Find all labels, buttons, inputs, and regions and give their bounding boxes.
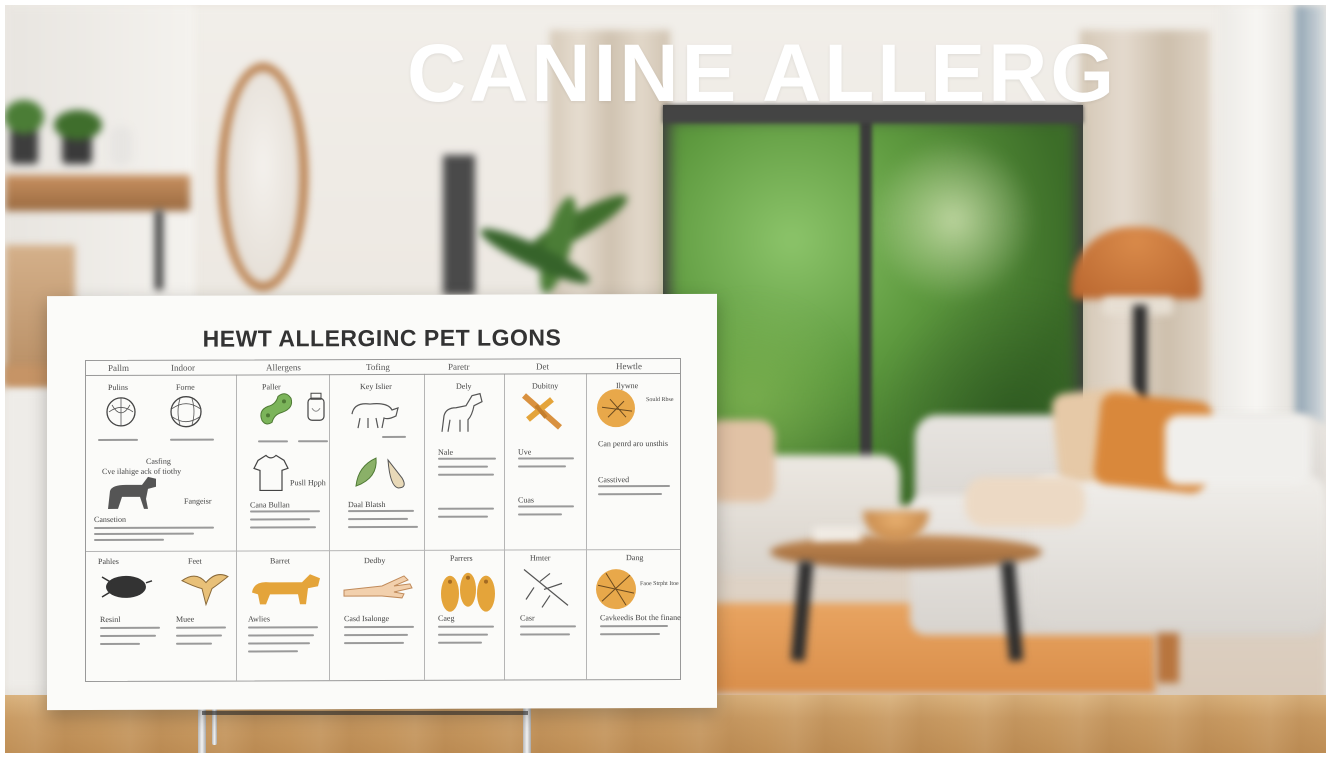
mosquito-icon bbox=[597, 389, 635, 428]
cell-label: Hmter bbox=[530, 553, 551, 563]
shirt-icon bbox=[253, 454, 289, 492]
wall-shelf bbox=[5, 175, 190, 211]
dog-orange-icon bbox=[252, 574, 320, 605]
pollen-ball-icon bbox=[106, 397, 136, 427]
small-label: Faoe Strpht Itoe bbox=[640, 580, 679, 588]
cell-label: Caeg bbox=[438, 613, 455, 623]
cell-label: Muee bbox=[176, 614, 195, 624]
sofa-leg bbox=[1157, 633, 1179, 683]
hand-icon bbox=[343, 575, 413, 599]
column-header: Tofing bbox=[366, 361, 390, 373]
jar-icon bbox=[307, 392, 325, 421]
wall-frame bbox=[443, 155, 475, 295]
column-header: Det bbox=[536, 361, 549, 372]
grasshopper-icon bbox=[523, 569, 569, 608]
cell-label: Casr bbox=[520, 613, 535, 623]
cell-label: Key Islier bbox=[360, 381, 392, 392]
cell-label: Fangeisr bbox=[184, 496, 212, 506]
living-room-photo: CANINE ALLERG HEWT ALLERGINC PET LGONS P… bbox=[5, 5, 1326, 753]
coffee-table-book bbox=[813, 527, 861, 541]
pillow-white bbox=[1165, 415, 1311, 485]
right-window-edge bbox=[1295, 5, 1326, 425]
feet-icon bbox=[441, 572, 495, 612]
allergen-grid: Pallm Indoor Allergens Tofing Paretr Det… bbox=[85, 357, 681, 683]
round-mirror bbox=[218, 63, 308, 291]
mouse-icon bbox=[101, 575, 153, 598]
shelf-plants bbox=[5, 100, 132, 170]
cell-label: Pulins bbox=[108, 382, 129, 392]
sheep-icon bbox=[351, 403, 399, 429]
shelf-bracket bbox=[155, 210, 163, 290]
cell-label: Casd Isalonge bbox=[344, 613, 390, 624]
headline-title: CANINE ALLERG bbox=[407, 28, 1118, 119]
cell-label: Pahles bbox=[98, 556, 119, 566]
cell-label: Dedby bbox=[364, 555, 386, 566]
column-header: Pallm bbox=[108, 362, 130, 373]
allergen-poster: HEWT ALLERGINC PET LGONS Pallm Indoor Al… bbox=[47, 293, 717, 711]
bird-icon bbox=[181, 574, 229, 607]
small-label: Sould Rbse bbox=[646, 396, 674, 404]
cell-label: Cuas bbox=[518, 495, 534, 505]
cell-label: Forne bbox=[176, 382, 195, 392]
cell-label: Casstived bbox=[598, 475, 630, 485]
cell-label: Daal Blatsh bbox=[348, 499, 386, 510]
sun-fan-icon bbox=[596, 569, 636, 610]
column-header: Indoor bbox=[171, 362, 195, 373]
dog-icon bbox=[441, 392, 483, 432]
column-header: Hewtle bbox=[616, 361, 642, 372]
poster-title: HEWT ALLERGINC PET LGONS bbox=[202, 324, 562, 352]
cell-label: Awlies bbox=[248, 614, 270, 624]
cell-label: Barret bbox=[270, 556, 290, 566]
column-header: Paretr bbox=[448, 361, 470, 372]
cell-label: Parrers bbox=[450, 553, 473, 563]
floor-plant bbox=[475, 186, 665, 305]
cell-label: Cana Bullan bbox=[250, 500, 290, 510]
cell-label: Uve bbox=[518, 447, 532, 457]
brush-icon bbox=[522, 393, 562, 430]
throw-blanket bbox=[965, 477, 1085, 527]
cell-label: Can penrd aro unsthis bbox=[598, 439, 668, 449]
bean-icon bbox=[260, 393, 293, 425]
cell-label: Dang bbox=[626, 553, 644, 563]
leaf-icon bbox=[355, 457, 405, 489]
curtain-far-right bbox=[1220, 5, 1295, 425]
dust-ball-icon bbox=[170, 396, 202, 428]
cell-label: Nale bbox=[438, 447, 454, 457]
cell-label: Cavkeedis Bot the finane bbox=[600, 612, 681, 623]
cell-label: Pusll Hpph bbox=[290, 478, 326, 488]
dog-silhouette-icon bbox=[108, 476, 156, 509]
cell-label: Resinl bbox=[100, 614, 121, 624]
cell-label: Feet bbox=[188, 556, 202, 566]
column-header: Allergens bbox=[266, 362, 301, 373]
cell-label: Cansetion bbox=[94, 514, 126, 525]
stand-bar bbox=[202, 711, 528, 715]
cell-label: Casfing bbox=[146, 456, 171, 466]
